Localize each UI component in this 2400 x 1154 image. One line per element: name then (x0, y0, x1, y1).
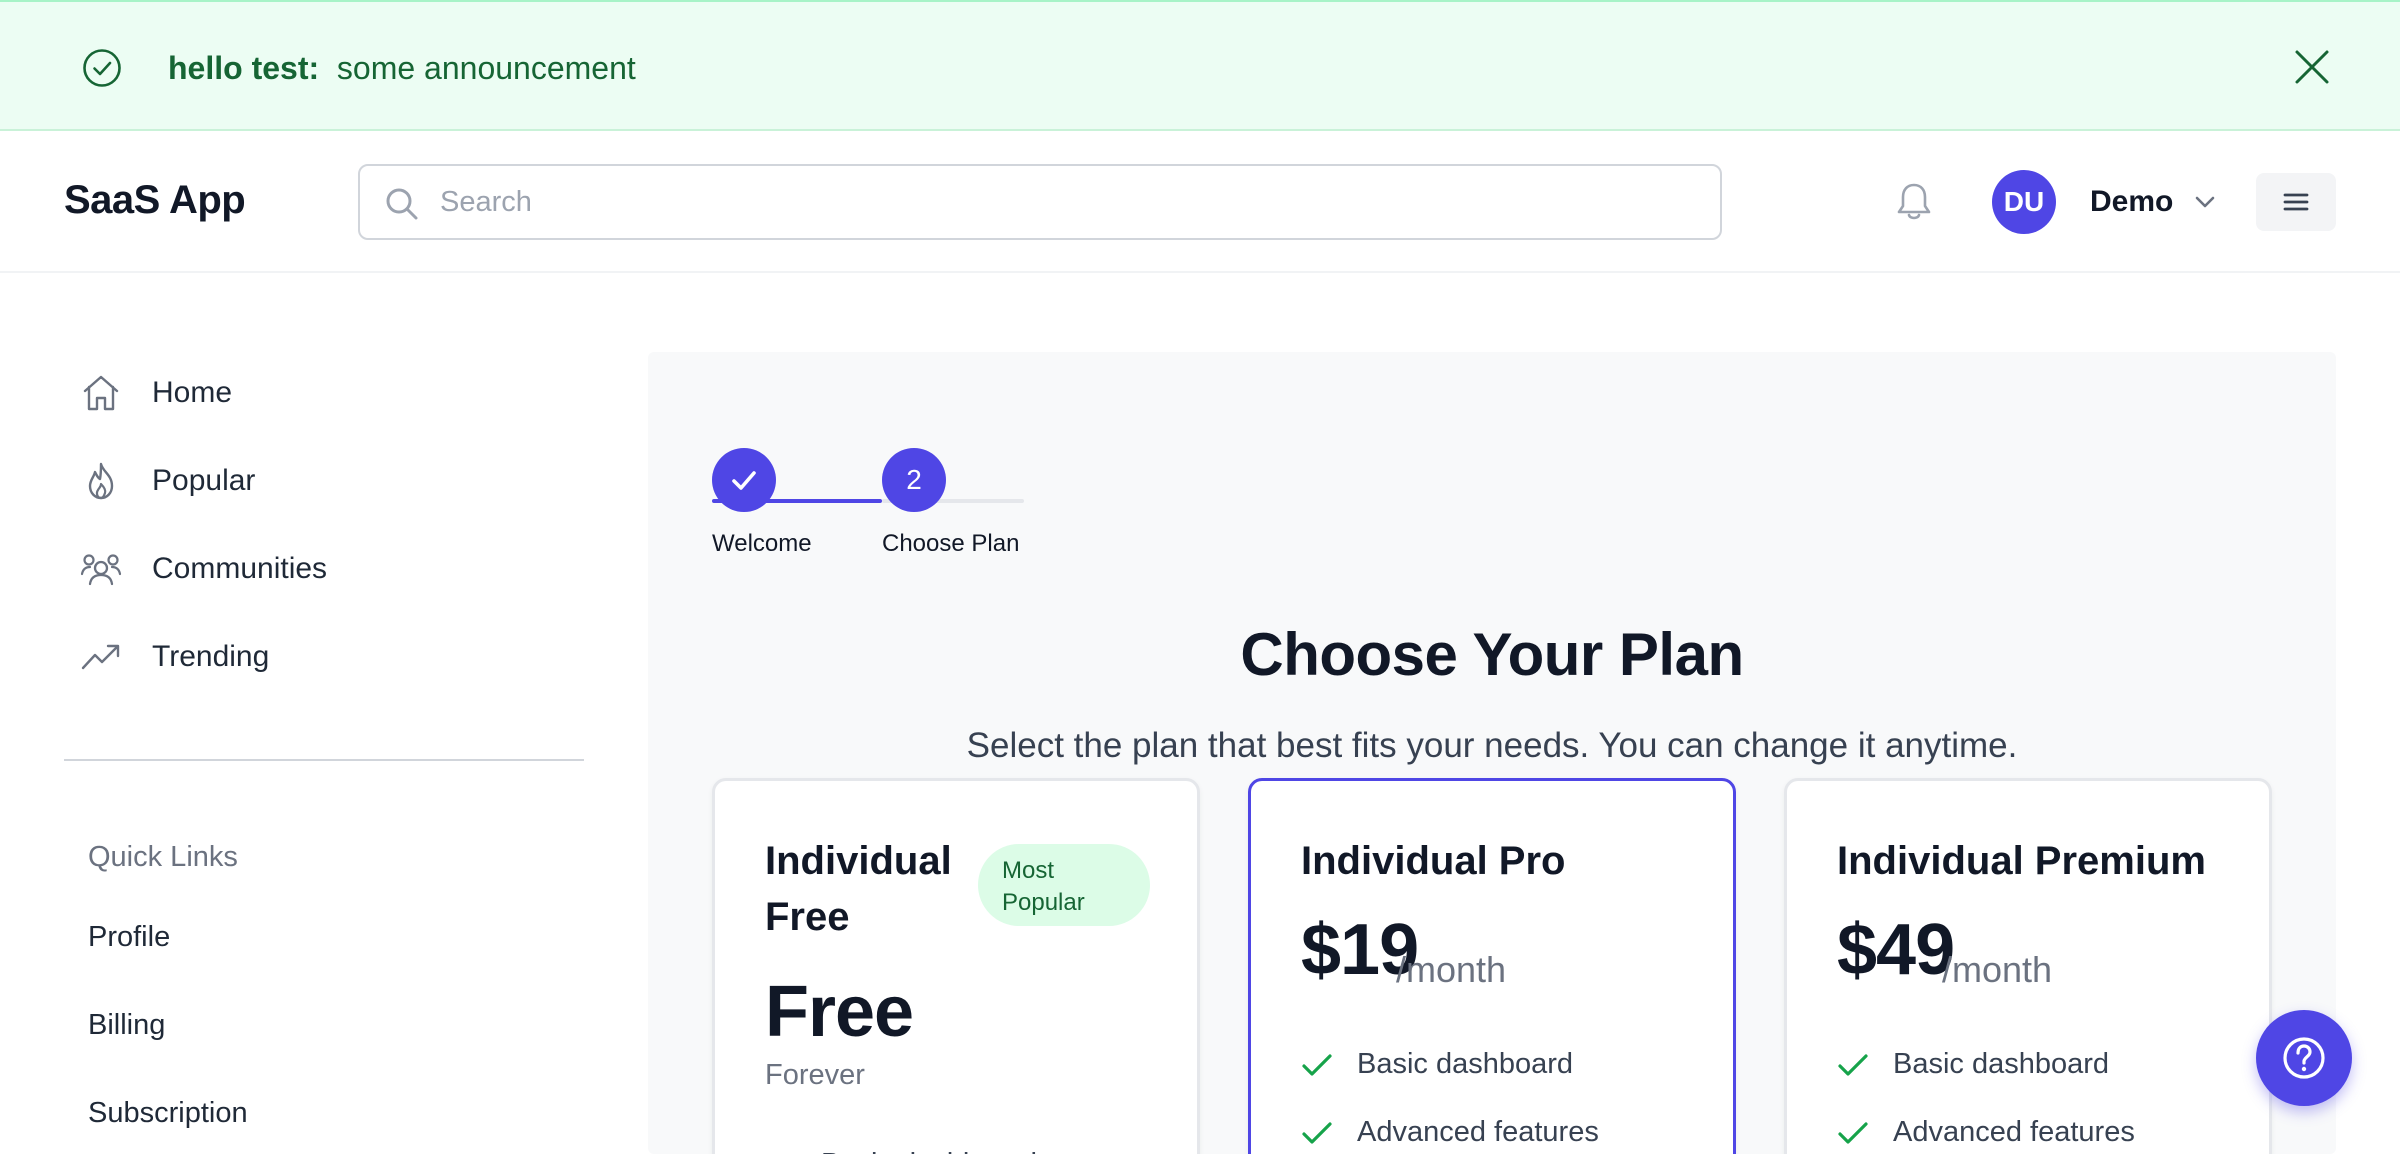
plan-feature-label: Advanced features (1893, 1116, 2135, 1148)
plan-period: Forever (765, 1059, 865, 1091)
step-welcome-dot[interactable] (712, 448, 776, 512)
announcement-banner: hello test: some announcement (0, 0, 2400, 131)
badge-line1: Most (1002, 857, 1055, 884)
close-icon[interactable] (2294, 49, 2330, 85)
question-circle-icon (2283, 1037, 2325, 1079)
plan-feature-label: Basic dashboard (1357, 1048, 1574, 1080)
users-icon (80, 554, 122, 586)
check-icon (1302, 1122, 1332, 1144)
plan-name: Individual Premium (1837, 839, 2206, 883)
sidebar-item-popular[interactable]: Popular (80, 450, 560, 510)
top-header: SaaS App DU Demo (0, 131, 2400, 273)
hamburger-icon (2283, 193, 2309, 211)
sidebar: Home Popular Communities Trending Quick … (64, 273, 584, 1154)
plan-card-individual-free[interactable]: Individual Free Most Popular Free Forever … (712, 778, 1200, 1154)
plan-feature: Advanced features (1837, 1109, 2257, 1154)
checkmark-icon (732, 471, 756, 490)
plan-card-individual-premium[interactable]: Individual Premium $49 /month Basic dash… (1784, 778, 2272, 1154)
plan-name: Individual Free (765, 833, 952, 945)
announcement-text: hello test: some announcement (168, 48, 636, 88)
step-choose-plan-dot[interactable]: 2 (882, 448, 946, 512)
sidebar-item-label: Popular (152, 464, 256, 497)
plan-feature: Advanced features (1301, 1109, 1721, 1154)
plan-feature: Basic dashboard (1301, 1041, 1721, 1089)
plan-card-individual-pro[interactable]: Individual Pro $19 /month Basic dashboar… (1248, 778, 1736, 1154)
quick-link-billing[interactable]: Billing (88, 1009, 165, 1042)
page-title: Choose Your Plan (1240, 621, 1744, 688)
sidebar-item-label: Communities (152, 552, 328, 585)
quick-link-profile[interactable]: Profile (88, 921, 170, 954)
plan-price: $49 (1837, 910, 1955, 990)
home-icon (83, 375, 119, 411)
page-subtitle: Select the plan that best fits your need… (966, 726, 2018, 765)
plan-name-line2: Free (765, 895, 850, 939)
help-button[interactable] (2256, 1010, 2352, 1106)
plan-feature: Basic dashboard (1837, 1041, 2257, 1089)
avatar[interactable]: DU (1992, 170, 2056, 234)
search-input[interactable] (440, 178, 1700, 226)
sidebar-item-label: Trending (152, 640, 270, 673)
badge-line2: Popular (1002, 889, 1085, 916)
quick-link-subscription[interactable]: Subscription (88, 1097, 248, 1130)
search-box[interactable] (358, 164, 1722, 240)
check-icon (1838, 1122, 1868, 1144)
plan-name: Individual Pro (1301, 839, 1566, 883)
flame-icon (88, 462, 114, 500)
bell-icon[interactable] (1892, 180, 1936, 224)
plan-period: /month (1396, 949, 1507, 990)
step-choose-plan-label: Choose Plan (882, 530, 1020, 557)
sidebar-item-trending[interactable]: Trending (80, 626, 560, 686)
plan-period: /month (1942, 949, 2053, 990)
plan-feature-label: Basic dashboard (821, 1145, 1037, 1154)
search-icon (386, 188, 418, 220)
menu-button[interactable] (2256, 173, 2336, 231)
sidebar-item-communities[interactable]: Communities (80, 538, 560, 598)
user-name[interactable]: Demo (2090, 183, 2173, 221)
quick-links-title: Quick Links (88, 841, 238, 873)
onboarding-panel: 2 Welcome Choose Plan Choose Your Plan S… (648, 352, 2336, 1154)
plan-price: Free (765, 972, 914, 1052)
check-circle-icon (83, 49, 121, 87)
check-icon (1838, 1054, 1868, 1076)
step-welcome-label: Welcome (712, 530, 812, 557)
plan-feature: Basic dashboard (765, 1141, 1185, 1154)
announcement-title: hello test: (168, 50, 320, 86)
sidebar-divider (64, 759, 584, 761)
sidebar-item-home[interactable]: Home (80, 362, 560, 422)
chevron-down-icon[interactable] (2192, 189, 2218, 215)
trending-icon (81, 644, 120, 670)
app-logo[interactable]: SaaS App (64, 178, 246, 223)
check-icon (1302, 1054, 1332, 1076)
plan-name-line1: Individual (765, 839, 952, 883)
plan-feature-label: Advanced features (1357, 1116, 1599, 1148)
most-popular-badge: Most Popular (978, 844, 1150, 926)
announcement-message: some announcement (336, 50, 636, 86)
sidebar-item-label: Home (152, 376, 233, 409)
plan-feature-label: Basic dashboard (1893, 1048, 2110, 1080)
